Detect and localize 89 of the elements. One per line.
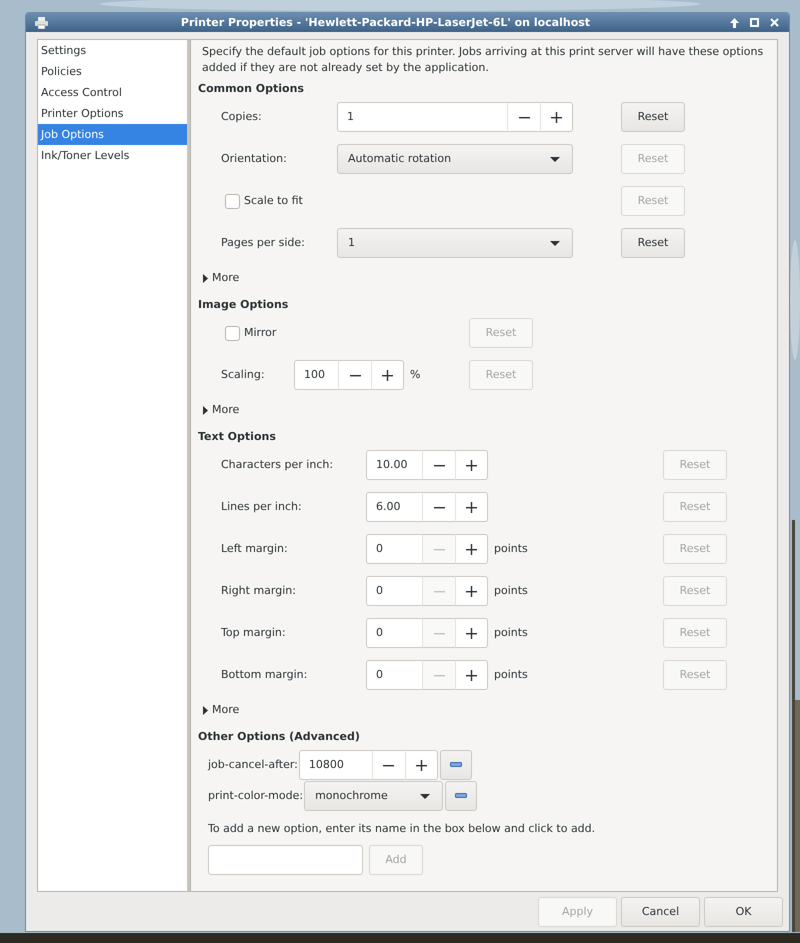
expander-arrow-icon [203,274,208,282]
plus-icon [466,586,477,596]
unit-label: points [493,541,529,557]
close-icon [770,18,779,27]
remove-button[interactable] [445,781,478,811]
checkbox-label: Scale to fit [244,193,303,209]
increment-button[interactable] [404,750,438,780]
more-expander[interactable]: More [198,270,771,286]
number-field[interactable]: 1 [337,102,507,132]
checkbox[interactable] [225,326,240,340]
plus-icon [551,112,562,122]
description-text: Specify the default job options for this printer. Jobs arriving at this print server will have these options added if they are not already set by the application. [201,44,764,76]
expander-arrow-icon [203,706,208,714]
more-label: More [212,402,240,418]
plus-icon [466,460,477,470]
dropdown[interactable]: 1 [337,228,573,258]
field-label: Left margin: [220,541,289,557]
minus-icon [450,762,462,768]
field-label: Top margin: [220,625,287,641]
dialog-button[interactable]: Cancel [621,897,700,927]
window-title: Printer Properties - 'Hewlett-Packard-HP-LaserJet-6L' on localhost [180,14,592,30]
sidebar-item[interactable]: Job Options [38,124,187,145]
field-label: Lines per inch: [220,499,303,515]
remove-button[interactable] [440,750,472,780]
unit-label: % [409,367,422,383]
reset-button[interactable]: Reset [621,228,685,258]
plus-icon [416,760,427,770]
sidebar-item[interactable]: Policies [38,61,187,82]
dropdown[interactable]: Automatic rotation [337,144,573,174]
dropdown[interactable]: monochrome [304,781,444,811]
increment-button[interactable] [455,450,488,480]
checkbox-label: Mirror [244,325,276,341]
number-field[interactable]: 10800 [298,750,372,780]
field-label: Right margin: [220,583,297,599]
number-field[interactable]: 10.00 [366,450,422,480]
field-label: Copies: [220,109,263,125]
expander-arrow-icon [203,406,208,414]
section-heading: Other Options (Advanced) [198,729,361,745]
hint-text: To add a new option, enter its name in the box below and click to add. [207,821,596,837]
field-label: Pages per side: [220,235,306,251]
field-label: Scaling: [220,367,266,383]
section-heading: Image Options [198,297,290,313]
number-field[interactable]: 0 [366,660,422,690]
section-heading: Text Options [198,429,277,445]
unit-label: points [493,667,529,683]
section-heading: Common Options [198,81,305,97]
plus-icon [466,544,477,554]
number-field[interactable]: 0 [366,534,422,564]
field-label: Characters per inch: [220,457,334,473]
reset-button[interactable]: Reset [621,102,685,132]
minus-icon [455,793,468,798]
sidebar-item[interactable]: Printer Options [38,103,187,124]
increment-button[interactable] [455,618,488,648]
field-label: Orientation: [220,151,288,167]
field-label: Bottom margin: [220,667,308,683]
plus-icon [466,628,477,638]
checkbox[interactable] [225,194,240,208]
up-arrow-icon [730,18,739,28]
caret-icon [550,240,560,246]
number-field[interactable]: 0 [366,576,422,606]
caret-icon [420,794,430,798]
more-expander[interactable]: More [198,402,771,418]
plus-icon [466,502,477,512]
number-field[interactable]: 0 [366,618,422,648]
increment-button[interactable] [455,534,488,564]
unit-label: points [493,625,529,641]
caret-icon [550,156,560,162]
sidebar-item[interactable]: Ink/Toner Levels [38,145,187,166]
dialog-button[interactable]: OK [704,897,783,927]
more-label: More [212,702,240,718]
sidebar-item[interactable]: Access Control [38,82,187,103]
plus-icon [466,670,477,680]
increment-button[interactable] [540,102,573,132]
increment-button[interactable] [371,360,404,390]
printer-icon [35,16,48,28]
maximize-icon [750,18,759,27]
option-name-field[interactable] [208,845,363,875]
sidebar-item[interactable]: Settings [38,40,187,61]
increment-button[interactable] [455,576,488,606]
option-label: job-cancel-after: [206,757,298,773]
unit-label: points [493,583,529,599]
more-label: More [212,270,240,286]
option-label: print-color-mode: [207,788,304,804]
number-field[interactable]: 6.00 [366,492,422,522]
increment-button[interactable] [455,660,488,690]
more-expander[interactable]: More [198,702,771,718]
plus-icon [382,370,393,380]
number-field[interactable]: 100 [294,360,338,390]
increment-button[interactable] [455,492,488,522]
